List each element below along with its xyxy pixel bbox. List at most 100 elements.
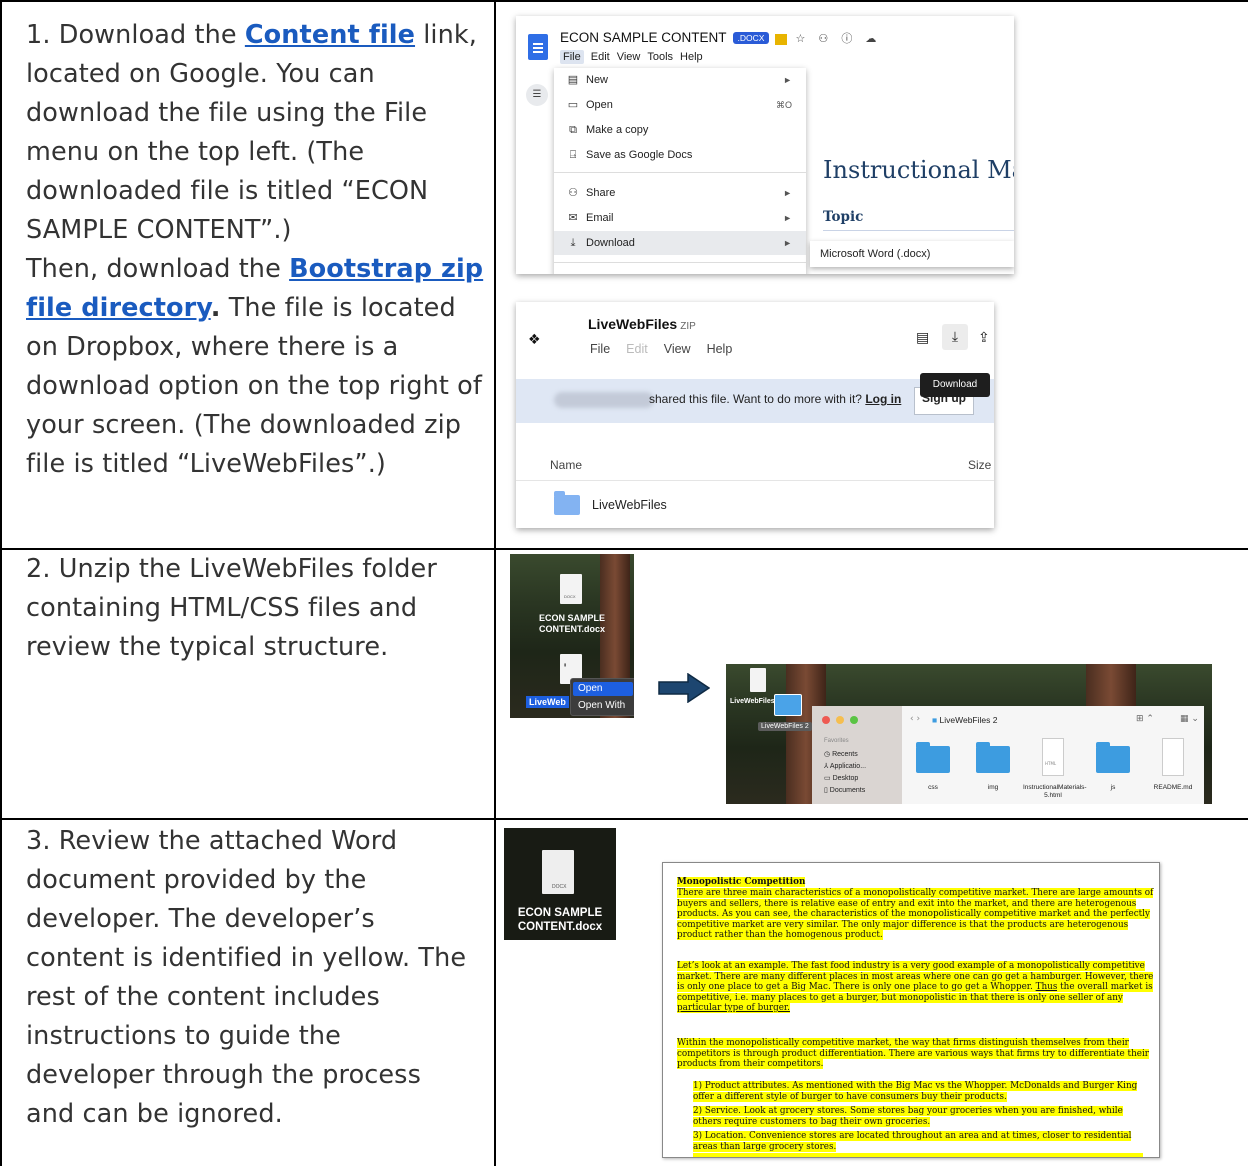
menu-view[interactable]: View: [617, 51, 641, 63]
paragraph-3: Within the monopolistically competitive …: [677, 1038, 1149, 1069]
doc-title: Monopolistic Competition: [677, 877, 806, 887]
zoom-icon: [850, 716, 858, 724]
docs-menubar: File Edit View Tools Help: [560, 50, 710, 64]
menu-item-download[interactable]: ⤓ Download ►: [554, 231, 806, 255]
google-docs-screenshot: ECON SAMPLE CONTENT .DOCX ☆ ⚇ ⓘ ☁ File Edi…: [516, 16, 1014, 274]
readme-file-icon[interactable]: [1162, 738, 1184, 776]
view-icon[interactable]: ⊞ ⌃: [1136, 714, 1154, 724]
menu-item-new[interactable]: ▤ New ►: [554, 68, 806, 92]
menu-help[interactable]: Help: [680, 51, 703, 63]
submenu-docx[interactable]: Microsoft Word (.docx): [810, 241, 1014, 267]
menu-item-email[interactable]: ✉ Email ►: [554, 206, 806, 230]
item-html: InstructionalMaterials-5.html: [1023, 784, 1087, 799]
header-divider: [516, 480, 994, 481]
drag-label: LiveWebFiles 2: [758, 722, 812, 731]
dropbox-screenshot: ❖ LiveWebFiles ZIP File Edit View Help ▤ ⤓ ⇪…: [516, 302, 994, 528]
menu-item-make-copy[interactable]: ⧉ Make a copy: [554, 118, 806, 142]
banner-text: shared this file. Want to do more with i…: [649, 392, 902, 406]
menu-item-share[interactable]: ⚇ Share ►: [554, 181, 806, 205]
step-2-text: 2. Unzip the LiveWebFiles folder contain…: [26, 554, 437, 662]
table-border-left: [0, 0, 2, 1166]
docx-file-icon[interactable]: DOCX: [542, 850, 574, 894]
step-1-text: 1. Download the Content file link, locat…: [26, 20, 484, 479]
finder-title: ■ LiveWebFiles 2: [932, 715, 998, 725]
docx-file-label: ECON SAMPLE CONTENT.docx: [517, 907, 603, 933]
content-file-link[interactable]: Content file: [245, 20, 415, 50]
email-icon: ✉: [568, 212, 578, 224]
group-icon[interactable]: ▦ ⌄: [1180, 714, 1199, 724]
dropbox-logo-icon: ❖: [528, 332, 541, 348]
download-tooltip: Download: [920, 373, 990, 397]
topic-rule: [823, 230, 1014, 231]
menu-separator: [554, 262, 806, 263]
doc-title: ECON SAMPLE CONTENT .DOCX ☆ ⚇ ⓘ ☁: [560, 30, 882, 46]
column-size[interactable]: Size: [968, 458, 991, 472]
ctx-open[interactable]: Open: [573, 682, 633, 696]
download-icon: ⤓: [951, 329, 959, 345]
folder-icon[interactable]: [976, 742, 1010, 773]
context-menu: Open Open With: [570, 678, 634, 716]
sidebar-header: Favorites: [824, 738, 849, 744]
column-name[interactable]: Name: [550, 458, 582, 472]
menu-file[interactable]: File: [560, 50, 584, 64]
download-icon: ⤓: [570, 237, 576, 249]
login-link[interactable]: Log in: [865, 392, 901, 406]
docx-file-icon[interactable]: DOCX: [560, 574, 582, 604]
comment-icon[interactable]: ▤: [916, 330, 929, 346]
sidebar-item-documents[interactable]: ▯ Documents: [824, 786, 865, 794]
docs-icon: [528, 34, 548, 60]
html-file-icon[interactable]: HTML: [1042, 738, 1064, 776]
folder-icon[interactable]: [916, 742, 950, 773]
zip-file-icon: [750, 668, 766, 692]
dragged-folder-icon: [774, 694, 802, 716]
outline-icon: ☰: [526, 84, 548, 106]
back-forward-icon[interactable]: ‹ ›: [910, 714, 920, 724]
save-icon: ⍈: [569, 149, 577, 161]
menu-item-save-as-docs[interactable]: ⍈ Save as Google Docs: [554, 143, 806, 167]
menu-separator: [554, 172, 806, 173]
sidebar-item-desktop[interactable]: ▭ Desktop: [824, 774, 858, 782]
item-img: img: [987, 784, 999, 791]
doc-topic: Topic: [823, 209, 864, 225]
instruction-table: 1. Download the Content file link, locat…: [0, 0, 1248, 1166]
item-js: js: [1110, 784, 1116, 791]
menu-item-open[interactable]: ▭ Open ⌘O: [554, 93, 806, 117]
table-border-row2: [0, 818, 1248, 820]
blurred-user: [554, 392, 654, 408]
docx-desktop-icon-screenshot: DOCX ECON SAMPLE CONTENT.docx: [504, 828, 616, 940]
folder-name[interactable]: LiveWebFiles: [592, 498, 667, 512]
finder-screenshot: LiveWebFiles LiveWebFiles 2 Favorites ◷ …: [726, 664, 1212, 804]
list-item-3: 3) Location. Convenience stores are loca…: [693, 1131, 1132, 1152]
menu-edit[interactable]: Edit: [591, 51, 610, 63]
file-menu: ▤ New ► ▭ Open ⌘O ⧉ Make a copy ⍈ Save as Goog…: [554, 68, 806, 274]
download-button[interactable]: ⤓: [942, 324, 968, 350]
folder-color-icon: [775, 34, 788, 46]
paragraph-1: There are three main characteristics of …: [677, 888, 1154, 940]
db-menu-edit[interactable]: Edit: [626, 342, 648, 356]
table-border-middle: [494, 0, 496, 1166]
desktop-unzip-screenshot: DOCX ECON SAMPLE CONTENT.docx ▮ LiveWeb O…: [510, 554, 634, 718]
dropbox-file-name: LiveWebFiles ZIP: [588, 316, 696, 332]
dropbox-menubar: File Edit View Help: [590, 342, 748, 356]
menu-tools[interactable]: Tools: [647, 51, 673, 63]
paragraph-2: Let’s look at an example. The fast food …: [677, 961, 1154, 1013]
word-document-screenshot: Monopolistic Competition There are three…: [662, 862, 1160, 1158]
ctx-open-with[interactable]: Open With: [578, 699, 625, 713]
folder-icon: [554, 491, 580, 515]
share-icon[interactable]: ⇪: [978, 330, 990, 346]
db-menu-help[interactable]: Help: [707, 342, 733, 356]
open-icon: ▭: [567, 99, 579, 111]
zip-file-label: LiveWeb: [526, 696, 569, 708]
sidebar-item-applications[interactable]: ⅄ Applicatio...: [824, 762, 866, 770]
db-menu-file[interactable]: File: [590, 342, 610, 356]
step-3-text: 3. Review the attached Word document pro…: [26, 826, 467, 1129]
share-icon: ⚇: [568, 187, 578, 199]
db-menu-view[interactable]: View: [664, 342, 691, 356]
title-icons: ☆ ⚇ ⓘ ☁: [775, 30, 881, 46]
sidebar-item-recents[interactable]: ◷ Recents: [824, 750, 858, 758]
docx-file-label: ECON SAMPLE CONTENT.docx: [538, 613, 605, 634]
close-icon: [822, 716, 830, 724]
list-item-1: 1) Product attributes. As mentioned with…: [693, 1081, 1138, 1102]
item-css: css: [928, 784, 938, 791]
folder-icon[interactable]: [1096, 742, 1130, 773]
